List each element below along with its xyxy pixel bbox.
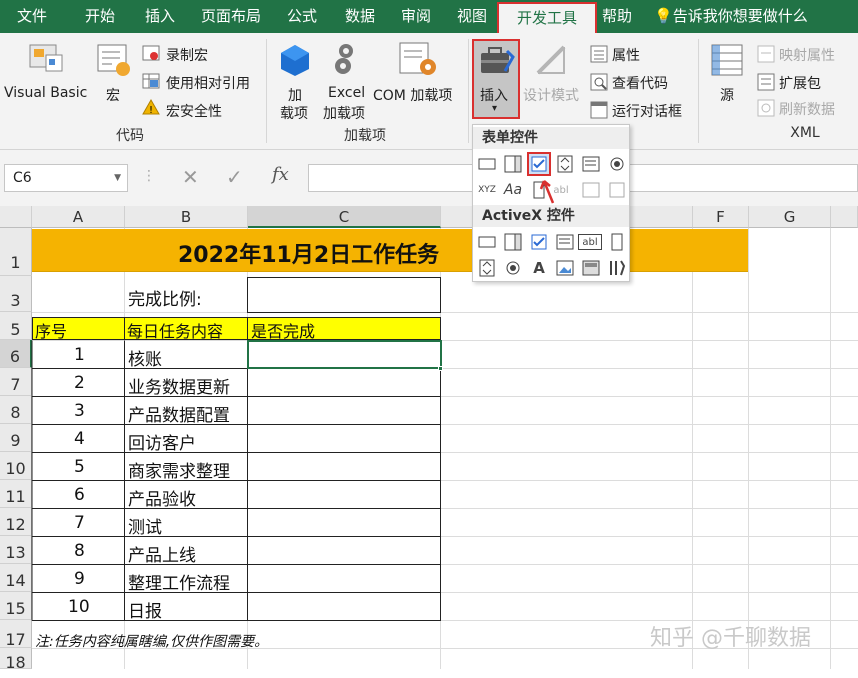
option-button-control-icon[interactable] bbox=[606, 153, 628, 175]
combo-dropdown-edit-icon[interactable] bbox=[606, 179, 628, 201]
task-name: 产品验收 bbox=[128, 490, 196, 510]
combo-box-control-icon[interactable] bbox=[502, 153, 524, 175]
combo-list-edit-icon[interactable] bbox=[580, 179, 602, 201]
activex-button-icon[interactable] bbox=[476, 231, 498, 253]
red-arrow-icon bbox=[539, 180, 555, 204]
group-box-control-icon[interactable]: XYZ bbox=[476, 179, 498, 201]
spin-button-control-icon[interactable] bbox=[554, 153, 576, 175]
activex-option-button-icon[interactable] bbox=[502, 257, 524, 279]
activex-checkbox-icon[interactable] bbox=[528, 231, 550, 253]
activex-combo-box-icon[interactable] bbox=[502, 231, 524, 253]
task-number: 10 bbox=[68, 597, 90, 617]
task-number: 2 bbox=[74, 373, 85, 393]
task-name: 日报 bbox=[128, 602, 162, 622]
task-number: 9 bbox=[74, 569, 85, 589]
task-number: 3 bbox=[74, 401, 85, 421]
task-name: 测试 bbox=[128, 518, 162, 538]
button-control-icon[interactable] bbox=[476, 153, 498, 175]
active-cell-c6[interactable] bbox=[247, 340, 442, 369]
task-number: 5 bbox=[74, 457, 85, 477]
task-number: 6 bbox=[74, 485, 85, 505]
task-number: 8 bbox=[74, 541, 85, 561]
task-number: 7 bbox=[74, 513, 85, 533]
more-controls-icon[interactable] bbox=[606, 257, 628, 279]
task-name: 产品数据配置 bbox=[128, 406, 230, 426]
task-name: 商家需求整理 bbox=[128, 462, 230, 482]
activex-label-icon[interactable]: A bbox=[528, 257, 550, 279]
activex-controls-header: ActiveX 控件 bbox=[473, 205, 629, 227]
form-controls-header: 表单控件 bbox=[473, 127, 629, 149]
activex-spin-button-icon[interactable] bbox=[476, 257, 498, 279]
footnote: 注:任务内容纯属瞎编,仅供作图需要。 bbox=[35, 634, 269, 650]
activex-image-icon[interactable] bbox=[554, 257, 576, 279]
task-name: 回访客户 bbox=[128, 434, 196, 454]
list-box-control-icon[interactable] bbox=[580, 153, 602, 175]
insert-controls-dropdown: 表单控件 XYZ Aa abl ActiveX 控件 abl A bbox=[472, 124, 630, 282]
task-number: 1 bbox=[74, 345, 85, 365]
task-name: 业务数据更新 bbox=[128, 378, 230, 398]
activex-scroll-bar-icon[interactable] bbox=[606, 231, 628, 253]
label-control-icon[interactable]: Aa bbox=[502, 179, 524, 201]
activex-list-box-icon[interactable] bbox=[554, 231, 576, 253]
task-name: 核账 bbox=[128, 350, 162, 370]
task-number: 4 bbox=[74, 429, 85, 449]
activex-toggle-button-icon[interactable] bbox=[580, 257, 602, 279]
task-name: 整理工作流程 bbox=[128, 574, 230, 594]
checkbox-control-icon[interactable] bbox=[527, 152, 551, 176]
task-name: 产品上线 bbox=[128, 546, 196, 566]
fill-handle[interactable] bbox=[438, 366, 443, 371]
watermark: 知乎 @千聊数据 bbox=[650, 626, 811, 651]
activex-text-box-icon[interactable]: abl bbox=[578, 234, 602, 250]
